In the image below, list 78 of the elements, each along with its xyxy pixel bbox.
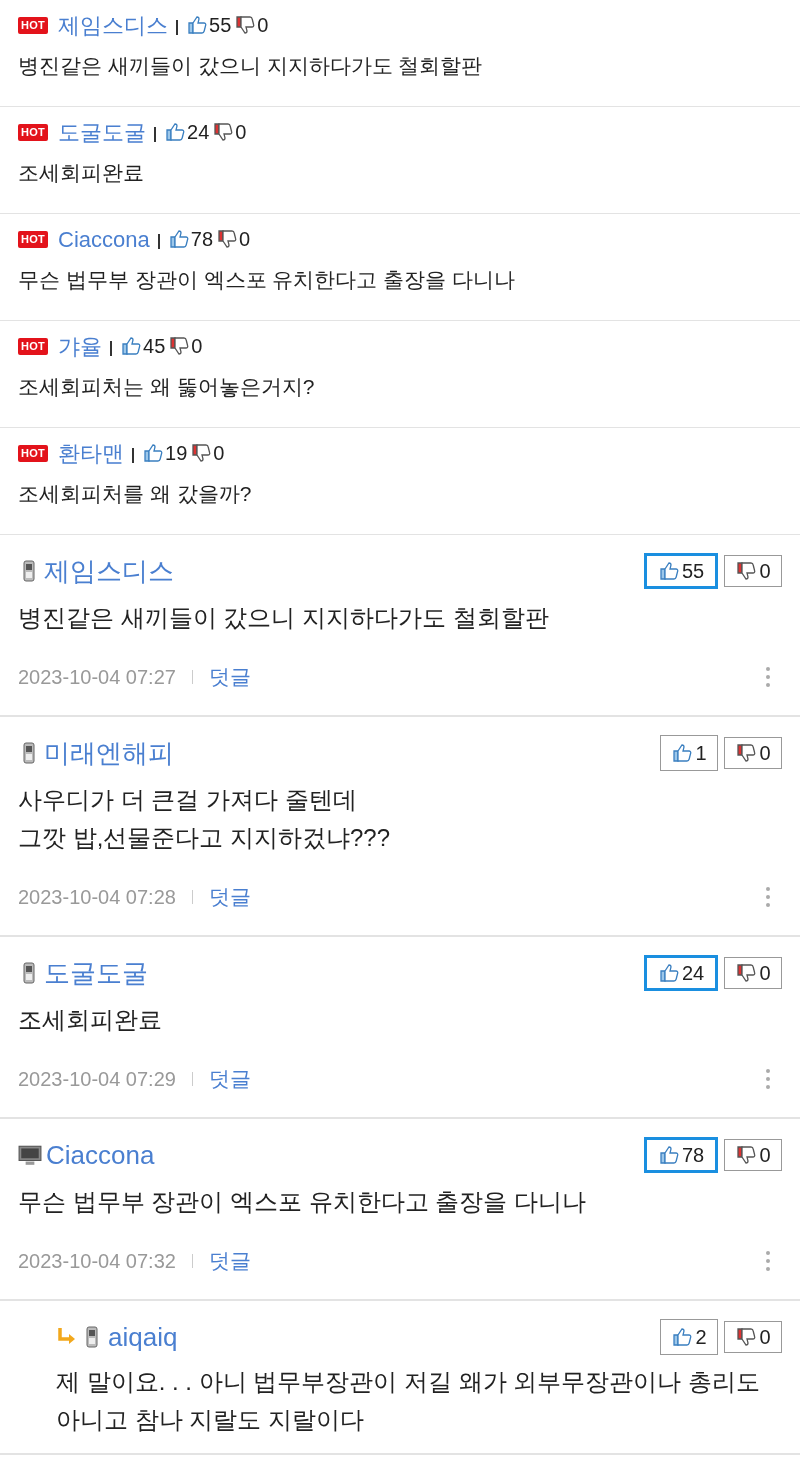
more-options-icon[interactable] bbox=[766, 886, 770, 908]
like-count: 45 bbox=[143, 334, 166, 359]
dislike-count: 0 bbox=[257, 13, 269, 38]
thumbs-up-icon bbox=[657, 1144, 680, 1166]
dislike-button[interactable]: 0 bbox=[724, 957, 782, 989]
author-link[interactable]: Ciaccona bbox=[46, 1135, 155, 1175]
monitor-icon bbox=[18, 1143, 42, 1167]
author-link[interactable]: Ciaccona bbox=[58, 222, 150, 256]
comment-date: 2023-10-04 07:27 bbox=[18, 665, 176, 690]
like-button[interactable]: 2 bbox=[660, 1319, 718, 1355]
thumbs-down-icon bbox=[234, 14, 257, 36]
thumbs-up-icon bbox=[167, 228, 190, 250]
hot-badge: HOT bbox=[18, 123, 49, 141]
like-count: 78 bbox=[190, 227, 213, 252]
comment-text: 제 말이요. . . 아니 법무부장관이 저길 왜가 외부무장관이나 총리도 아니고 참나 지랄도 지랄이다 bbox=[56, 1367, 761, 1435]
thumbs-down-icon bbox=[212, 121, 235, 143]
dislike-count: 0 bbox=[213, 441, 225, 466]
author-link[interactable]: 미래엔해피 bbox=[44, 733, 174, 773]
like-button[interactable]: 55 bbox=[644, 553, 718, 589]
hot-badge: HOT bbox=[18, 444, 49, 462]
thumbs-up-icon bbox=[164, 121, 187, 143]
thumbs-down-icon bbox=[735, 962, 758, 984]
thumbs-down-icon bbox=[735, 560, 758, 582]
thumbs-down-icon bbox=[735, 742, 758, 764]
thumbs-up-icon bbox=[142, 442, 165, 464]
author-link[interactable]: 제임스디스 bbox=[58, 8, 169, 42]
hot-badge: HOT bbox=[18, 16, 49, 34]
comment-date: 2023-10-04 07:29 bbox=[18, 1067, 176, 1092]
thumbs-up-icon bbox=[120, 335, 143, 357]
hot-badge: HOT bbox=[18, 337, 49, 355]
thumbs-up-icon bbox=[671, 1326, 694, 1348]
thumbs-up-icon bbox=[671, 742, 694, 764]
author-link[interactable]: 제임스디스 bbox=[44, 551, 174, 591]
like-count: 55 bbox=[209, 13, 232, 38]
author-link[interactable]: aiqaiq bbox=[108, 1317, 178, 1357]
comment-text: 조세회피완료 bbox=[18, 160, 145, 186]
thumbs-down-icon bbox=[190, 442, 213, 464]
like-count: 19 bbox=[165, 441, 188, 466]
author-link[interactable]: 도굴도굴 bbox=[44, 953, 148, 993]
comment-text: 조세회피처를 왜 갔을까? bbox=[18, 481, 253, 507]
reply-link[interactable]: 덧글 bbox=[208, 1245, 251, 1277]
dislike-count: 0 bbox=[191, 334, 203, 359]
dislike-button[interactable]: 0 bbox=[724, 555, 782, 587]
comment-text: 무슨 법무부 장관이 엑스포 유치한다고 출장을 다니나 bbox=[18, 267, 516, 293]
dislike-count: 0 bbox=[235, 120, 247, 145]
reply-link[interactable]: 덧글 bbox=[208, 1063, 251, 1095]
more-options-icon[interactable] bbox=[766, 1250, 770, 1272]
like-button[interactable]: 78 bbox=[644, 1137, 718, 1173]
thumbs-up-icon bbox=[657, 560, 680, 582]
comment-text: 조세회피완료 bbox=[18, 1005, 163, 1035]
like-count: 24 bbox=[187, 120, 210, 145]
author-link[interactable]: 환타맨 bbox=[58, 436, 125, 470]
thumbs-down-icon bbox=[735, 1144, 758, 1166]
comment-date: 2023-10-04 07:28 bbox=[18, 885, 176, 910]
thumbs-up-icon bbox=[657, 962, 680, 984]
dislike-button[interactable]: 0 bbox=[724, 1321, 782, 1353]
more-options-icon[interactable] bbox=[766, 666, 770, 688]
dislike-button[interactable]: 0 bbox=[724, 737, 782, 769]
author-link[interactable]: 도굴도굴 bbox=[58, 115, 147, 149]
reply-link[interactable]: 덧글 bbox=[208, 881, 251, 913]
comment-date: 2023-10-04 07:32 bbox=[18, 1249, 176, 1274]
comment-text: 병진같은 새끼들이 갔으니 지지하다가도 철회할판 bbox=[18, 53, 484, 79]
dislike-button[interactable]: 0 bbox=[724, 1139, 782, 1171]
thumbs-down-icon bbox=[168, 335, 191, 357]
comment-text: 조세회피처는 왜 뚫어놓은거지? bbox=[18, 374, 316, 400]
reply-link[interactable]: 덧글 bbox=[208, 661, 251, 693]
thumbs-down-icon bbox=[216, 228, 238, 250]
author-link[interactable]: 갸율 bbox=[58, 329, 103, 363]
comment-text: 사우디가 더 큰걸 가져다 줄텐데 그깟 밥,선물준다고 지지하겄냐??? bbox=[18, 785, 392, 853]
dislike-count: 0 bbox=[239, 227, 251, 252]
like-button[interactable]: 24 bbox=[644, 955, 718, 991]
comment-text: 병진같은 새끼들이 갔으니 지지하다가도 철회할판 bbox=[18, 603, 550, 633]
like-button[interactable]: 1 bbox=[660, 735, 718, 771]
hot-badge: HOT bbox=[18, 230, 49, 248]
thumbs-down-icon bbox=[735, 1326, 758, 1348]
thumbs-up-icon bbox=[186, 14, 209, 36]
more-options-icon[interactable] bbox=[766, 1068, 770, 1090]
comment-text: 무슨 법무부 장관이 엑스포 유치한다고 출장을 다니나 bbox=[18, 1187, 587, 1217]
